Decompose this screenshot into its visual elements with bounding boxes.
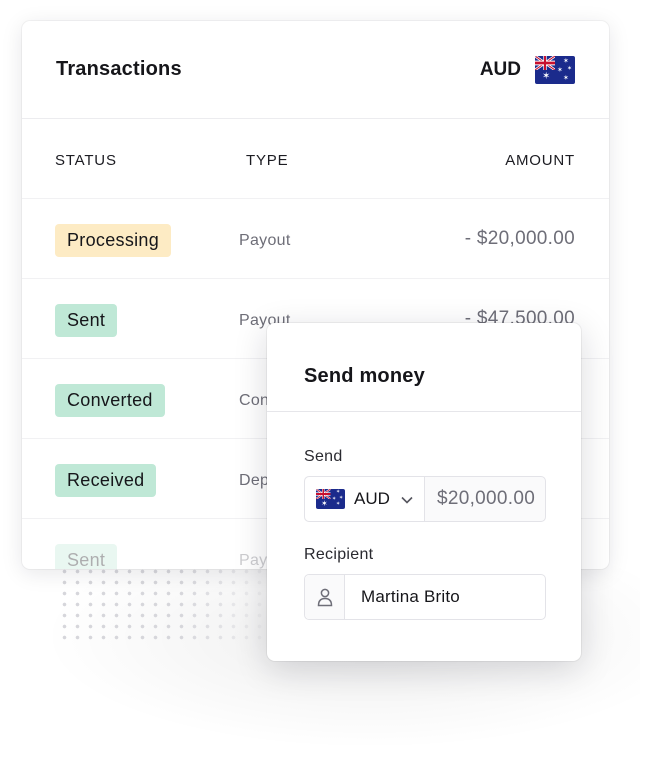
send-money-card: Send money Send ✶ ✶ ✶ ✶ ✶ AUD $20,000.00… xyxy=(267,323,581,661)
currency-indicator[interactable]: AUD ✶ ✶ ✶ ✶ ✶ xyxy=(479,55,575,84)
table-row[interactable]: Processing Payout - $20,000.00 xyxy=(22,199,609,279)
recipient-name: Martina Brito xyxy=(361,587,460,606)
send-label: Send xyxy=(304,448,343,465)
australia-flag-icon: ✶ ✶ ✶ ✶ ✶ xyxy=(535,55,575,84)
recipient-field[interactable]: Martina Brito xyxy=(304,574,546,620)
person-icon xyxy=(305,575,345,619)
transaction-type: Pay xyxy=(239,552,268,569)
status-badge: Sent xyxy=(55,304,118,337)
currency-select[interactable]: ✶ ✶ ✶ ✶ ✶ AUD xyxy=(305,477,425,521)
transaction-amount: - $20,000.00 xyxy=(464,228,575,249)
column-header-type[interactable]: TYPE xyxy=(246,152,288,169)
status-badge: Sent xyxy=(55,544,118,569)
recipient-label: Recipient xyxy=(304,546,374,563)
send-money-header: Send money xyxy=(267,323,581,412)
chevron-down-icon xyxy=(401,492,413,507)
transactions-header: Transactions AUD ✶ ✶ ✶ ✶ ✶ xyxy=(22,21,609,119)
column-headers: STATUS TYPE AMOUNT xyxy=(22,119,609,199)
status-badge: Received xyxy=(55,464,157,497)
transaction-type: Payout xyxy=(239,232,291,249)
currency-select-value: AUD xyxy=(354,489,390,508)
send-money-title: Send money xyxy=(304,365,425,387)
transactions-title: Transactions xyxy=(56,58,182,80)
column-header-amount[interactable]: AMOUNT xyxy=(505,152,575,169)
currency-code: AUD xyxy=(479,58,521,80)
send-amount-field: ✶ ✶ ✶ ✶ ✶ AUD $20,000.00 xyxy=(304,476,546,522)
transaction-type: Con xyxy=(239,392,270,409)
status-badge: Processing xyxy=(55,224,172,257)
transaction-type: Dep xyxy=(239,472,270,489)
status-badge: Converted xyxy=(55,384,165,417)
column-header-status[interactable]: STATUS xyxy=(55,152,117,169)
australia-flag-icon: ✶ ✶ ✶ ✶ ✶ xyxy=(316,489,345,509)
amount-input[interactable]: $20,000.00 xyxy=(425,477,545,521)
dot-pattern-decoration xyxy=(58,566,268,642)
